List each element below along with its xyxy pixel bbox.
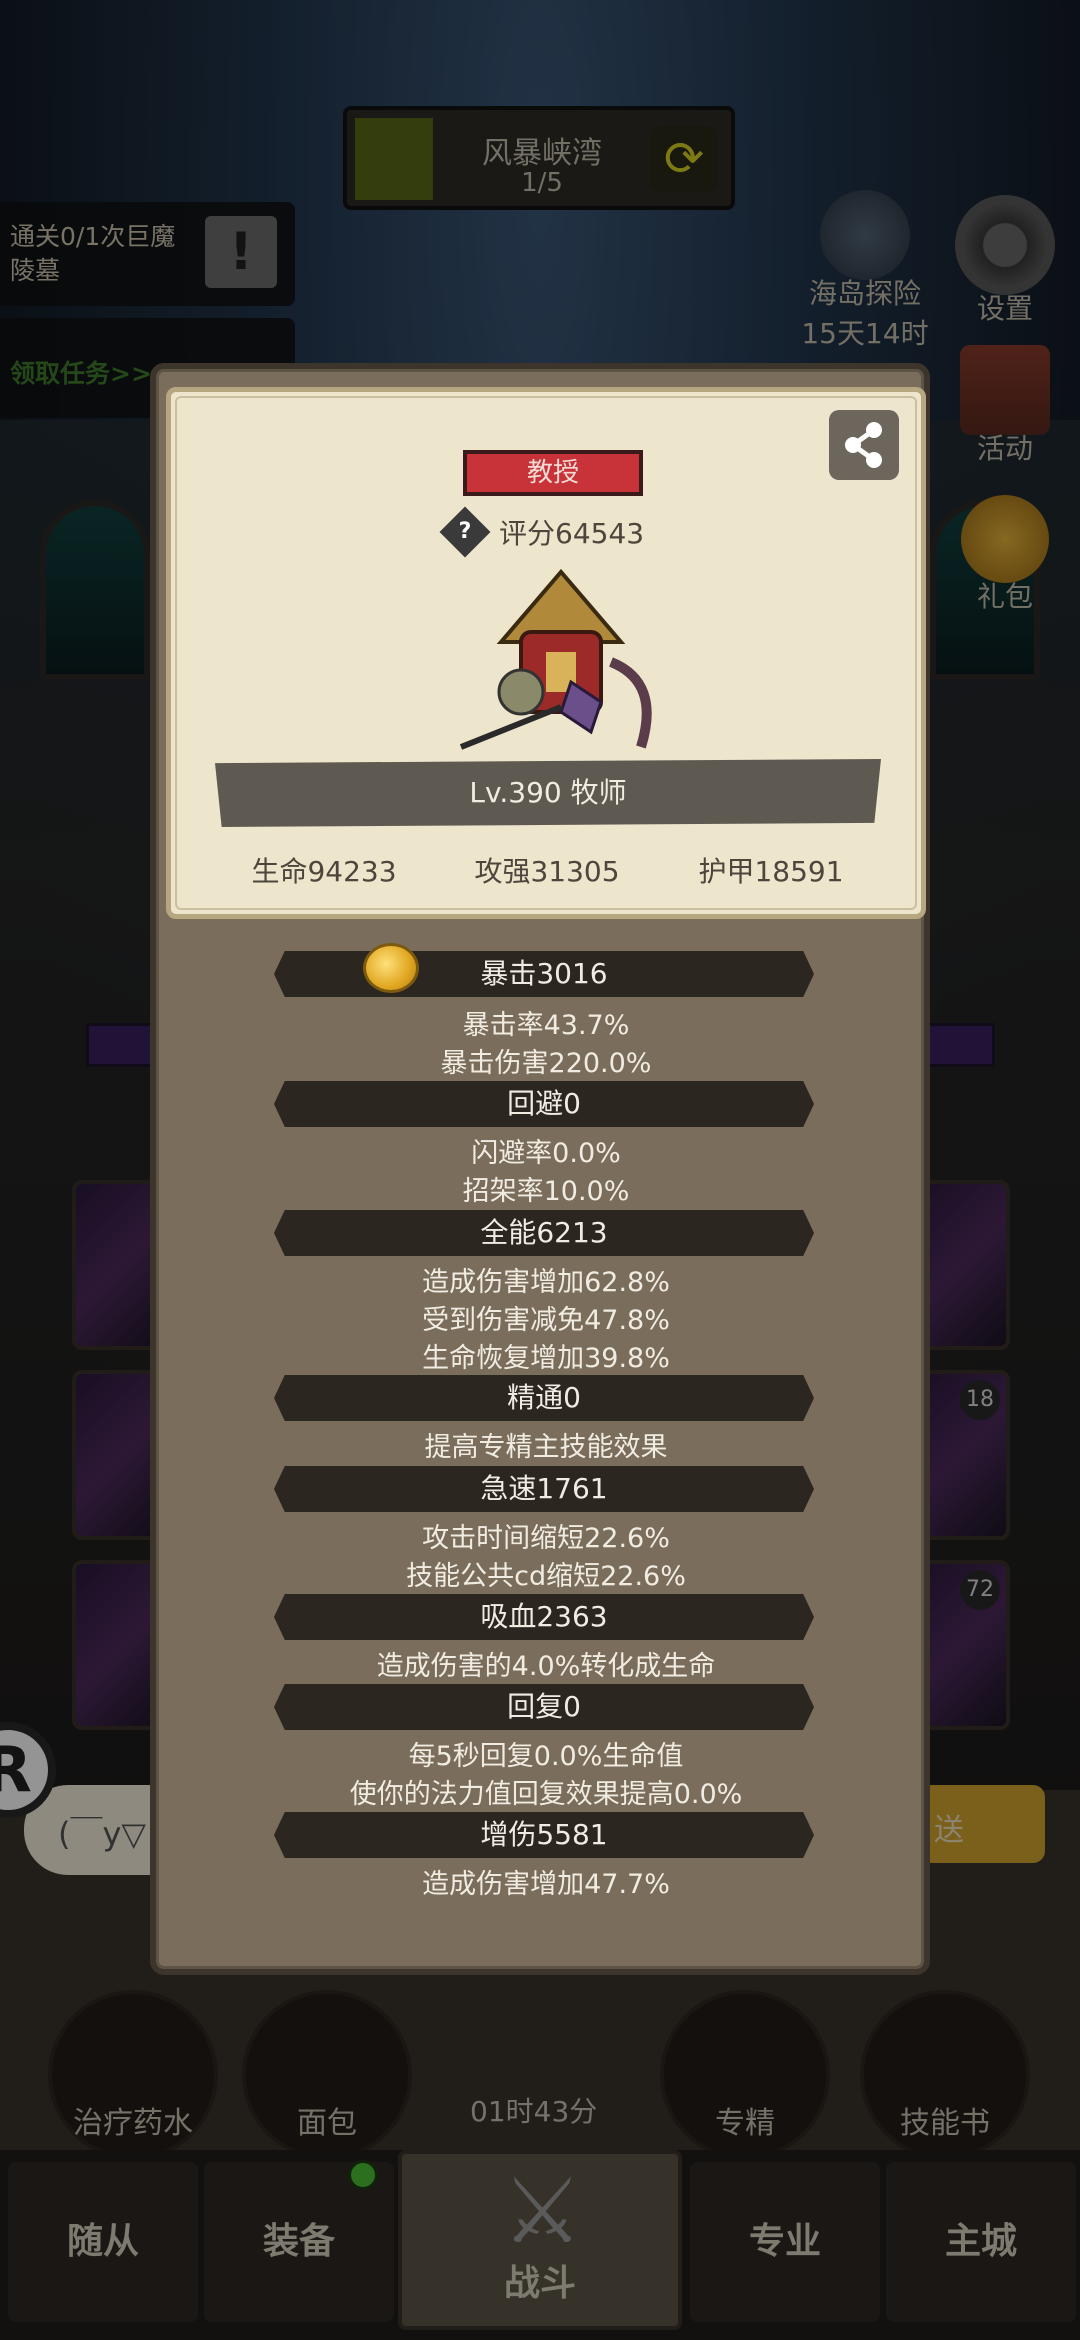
level-class-banner: Lv.390 牧师	[215, 759, 881, 827]
section-leech: 吸血2363	[274, 1594, 814, 1640]
stat-detail: 生命恢复增加39.8%	[422, 1343, 670, 1374]
section-avoidance: 回避0	[274, 1081, 814, 1127]
share-button[interactable]	[829, 410, 899, 480]
stat-detail: 造成伤害增加47.7%	[422, 1869, 670, 1900]
stat-detail: 暴击率43.7%	[462, 1010, 630, 1041]
base-stats-row: 生命94233 攻强31305 护甲18591	[171, 850, 931, 890]
section-mastery: 精通0	[274, 1375, 814, 1421]
stat-detail: 受到伤害减免47.8%	[422, 1305, 670, 1336]
stat-detail: 暴击伤害220.0%	[440, 1048, 652, 1079]
stat-detail: 提高专精主技能效果	[424, 1432, 668, 1463]
stat-detail: 使你的法力值回复效果提高0.0%	[349, 1779, 743, 1810]
character-stats-modal: 教授 ? 评分64543 Lv.390 牧师 生命94233 攻强31305 护…	[150, 363, 930, 1975]
stat-detail: 造成伤害增加62.8%	[422, 1267, 670, 1298]
section-crit: 暴击3016	[274, 951, 814, 997]
stat-detail: 攻击时间缩短22.6%	[422, 1523, 670, 1554]
share-icon	[845, 422, 882, 468]
stat-detail: 造成伤害的4.0%转化成生命	[376, 1651, 716, 1682]
health-stat: 生命94233	[251, 855, 397, 888]
attack-stat: 攻强31305	[474, 855, 620, 888]
stat-detail: 招架率10.0%	[462, 1176, 630, 1207]
score-value: 评分64543	[499, 517, 645, 550]
armor-stat: 护甲18591	[698, 855, 844, 888]
section-versatility: 全能6213	[274, 1210, 814, 1256]
help-icon[interactable]: ?	[439, 506, 491, 558]
stat-detail: 闪避率0.0%	[471, 1138, 621, 1169]
character-card: 教授 ? 评分64543 Lv.390 牧师 生命94233 攻强31305 护…	[166, 387, 926, 919]
coin-icon	[363, 943, 419, 993]
rank-badge: 教授	[463, 450, 643, 496]
stat-detail: 每5秒回复0.0%生命值	[408, 1741, 684, 1772]
stat-detail: 技能公共cd缩短22.6%	[406, 1561, 686, 1592]
section-haste: 急速1761	[274, 1466, 814, 1512]
hero-portrait	[459, 568, 652, 750]
section-regen: 回复0	[274, 1684, 814, 1730]
section-damage-increase: 增伤5581	[274, 1812, 814, 1858]
